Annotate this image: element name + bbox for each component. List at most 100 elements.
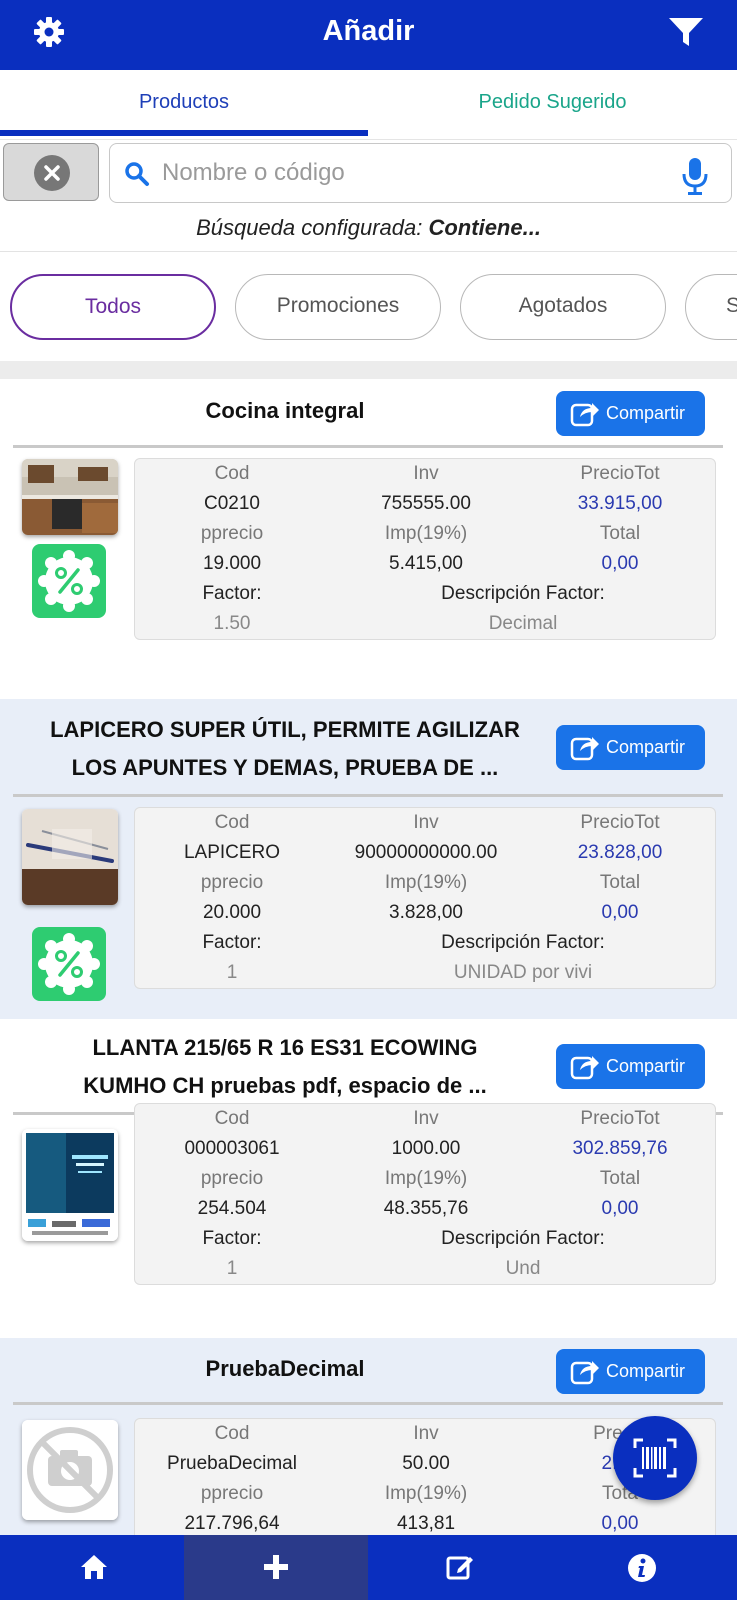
product-card[interactable]: LLANTA 215/65 R 16 ES31 ECOWING KUMHO CH… xyxy=(0,1019,737,1338)
cod-value: C0210 xyxy=(204,493,260,514)
precio-tot-value: 23.828,00 xyxy=(577,842,663,863)
nav-edit[interactable] xyxy=(368,1535,552,1600)
product-image[interactable] xyxy=(22,1129,118,1241)
product-name-line: KUMHO CH pruebas pdf, espacio de ... xyxy=(83,1073,487,1098)
total-value: 0,00 xyxy=(601,1198,639,1219)
precio-tot-label: PrecioTot xyxy=(580,463,660,484)
chip-todos[interactable]: Todos xyxy=(10,274,216,340)
list-separator xyxy=(0,361,737,379)
product-image[interactable] xyxy=(22,809,118,905)
card-divider xyxy=(13,794,723,797)
active-tab-indicator xyxy=(0,130,368,136)
pprecio-value: 217.796,64 xyxy=(184,1513,280,1534)
chip-promociones[interactable]: Promociones xyxy=(235,274,441,340)
promotion-icon[interactable] xyxy=(32,544,106,618)
product-name: LLANTA 215/65 R 16 ES31 ECOWING KUMHO CH… xyxy=(20,1029,550,1105)
pprecio-value: 20.000 xyxy=(202,902,262,923)
imp-value: 413,81 xyxy=(396,1513,456,1534)
factor-value: 1 xyxy=(226,1258,238,1279)
share-button[interactable]: Compartir xyxy=(556,391,705,436)
product-card[interactable]: Cocina integral Compartir Cod Inv Precio… xyxy=(0,379,737,699)
cod-value: 000003061 xyxy=(184,1138,280,1159)
nav-home[interactable] xyxy=(0,1535,184,1600)
inv-label: Inv xyxy=(413,463,439,484)
page-title: Añadir xyxy=(322,15,415,47)
close-icon xyxy=(34,155,70,191)
cod-label: Cod xyxy=(214,812,250,833)
precio-tot-label: PrecioTot xyxy=(580,812,660,833)
pprecio-label: pprecio xyxy=(200,1168,264,1189)
pprecio-label: pprecio xyxy=(200,872,264,893)
precio-tot-value: 302.859,76 xyxy=(572,1138,668,1159)
precio-tot-label: PrecioTot xyxy=(580,1108,660,1129)
home-icon xyxy=(81,1555,107,1579)
product-name-line: LOS APUNTES Y DEMAS, PRUEBA DE ... xyxy=(71,755,499,780)
factor-label: Factor: xyxy=(202,1228,262,1249)
search-config-label: Búsqueda configurada: xyxy=(196,215,423,240)
product-image[interactable] xyxy=(22,459,118,535)
total-label: Total xyxy=(599,1168,641,1189)
share-icon xyxy=(570,733,600,761)
no-image-icon[interactable] xyxy=(22,1420,118,1520)
cod-label: Cod xyxy=(214,1108,250,1129)
descripcion-factor-label: Descripción Factor: xyxy=(441,583,605,604)
imp-label: Imp(19%) xyxy=(384,523,468,544)
search-icon xyxy=(124,161,150,187)
plus-icon xyxy=(264,1555,288,1579)
promotion-icon[interactable] xyxy=(32,927,106,1001)
filter-icon[interactable] xyxy=(668,16,704,48)
search-config-mode[interactable]: Contiene... xyxy=(428,215,540,240)
product-info-grid: Cod Inv PrecioTot C0210 755555.00 33.915… xyxy=(134,458,716,640)
imp-value: 5.415,00 xyxy=(389,553,463,574)
microphone-icon[interactable] xyxy=(680,156,710,196)
chip-partial[interactable]: S xyxy=(685,274,737,340)
imp-value: 3.828,00 xyxy=(389,902,463,923)
inv-value: 90000000000.00 xyxy=(354,842,498,863)
descripcion-factor-value: UNIDAD por vivi xyxy=(453,962,593,983)
imp-label: Imp(19%) xyxy=(384,1483,468,1504)
card-divider xyxy=(13,445,723,448)
imp-label: Imp(19%) xyxy=(384,872,468,893)
search-config-text: Búsqueda configurada: Contiene... xyxy=(0,212,737,252)
tab-bar: Productos Pedido Sugerido xyxy=(0,70,737,140)
descripcion-factor-label: Descripción Factor: xyxy=(441,1228,605,1249)
cod-label: Cod xyxy=(214,1423,250,1444)
pprecio-value: 254.504 xyxy=(197,1198,267,1219)
pprecio-value: 19.000 xyxy=(202,553,262,574)
bottom-navigation xyxy=(0,1535,737,1600)
share-label: Compartir xyxy=(606,1361,686,1381)
share-label: Compartir xyxy=(606,403,686,423)
share-icon xyxy=(570,1052,600,1080)
product-name: PruebaDecimal xyxy=(205,1356,365,1381)
precio-tot-value: 33.915,00 xyxy=(577,493,663,514)
factor-value: 1 xyxy=(226,962,238,983)
product-card[interactable]: LAPICERO SUPER ÚTIL, PERMITE AGILIZAR LO… xyxy=(0,699,737,1019)
inv-value: 50.00 xyxy=(402,1453,450,1474)
imp-value: 48.355,76 xyxy=(383,1198,469,1219)
factor-value: 1.50 xyxy=(213,613,251,634)
share-button[interactable]: Compartir xyxy=(556,1349,705,1394)
search-input[interactable] xyxy=(162,150,652,196)
factor-label: Factor: xyxy=(202,583,262,604)
barcode-scan-icon xyxy=(633,1438,677,1478)
share-label: Compartir xyxy=(606,737,686,757)
descripcion-factor-value: Und xyxy=(505,1258,541,1279)
inv-value: 755555.00 xyxy=(381,493,471,514)
total-label: Total xyxy=(599,523,641,544)
nav-info[interactable] xyxy=(552,1535,736,1600)
tab-pedido-sugerido[interactable]: Pedido Sugerido xyxy=(368,70,737,140)
inv-label: Inv xyxy=(413,1108,439,1129)
inv-label: Inv xyxy=(413,812,439,833)
nav-add[interactable] xyxy=(184,1535,368,1600)
product-info-grid: Cod Inv PrecioTot 000003061 1000.00 302.… xyxy=(134,1103,716,1285)
cod-label: Cod xyxy=(214,463,250,484)
barcode-scan-button[interactable] xyxy=(613,1416,697,1500)
product-name: Cocina integral xyxy=(205,398,365,423)
factor-label: Factor: xyxy=(202,932,262,953)
share-icon xyxy=(570,399,600,427)
share-button[interactable]: Compartir xyxy=(556,1044,705,1089)
clear-search-button[interactable] xyxy=(3,143,99,201)
inv-value: 1000.00 xyxy=(391,1138,461,1159)
chip-agotados[interactable]: Agotados xyxy=(460,274,666,340)
share-button[interactable]: Compartir xyxy=(556,725,705,770)
